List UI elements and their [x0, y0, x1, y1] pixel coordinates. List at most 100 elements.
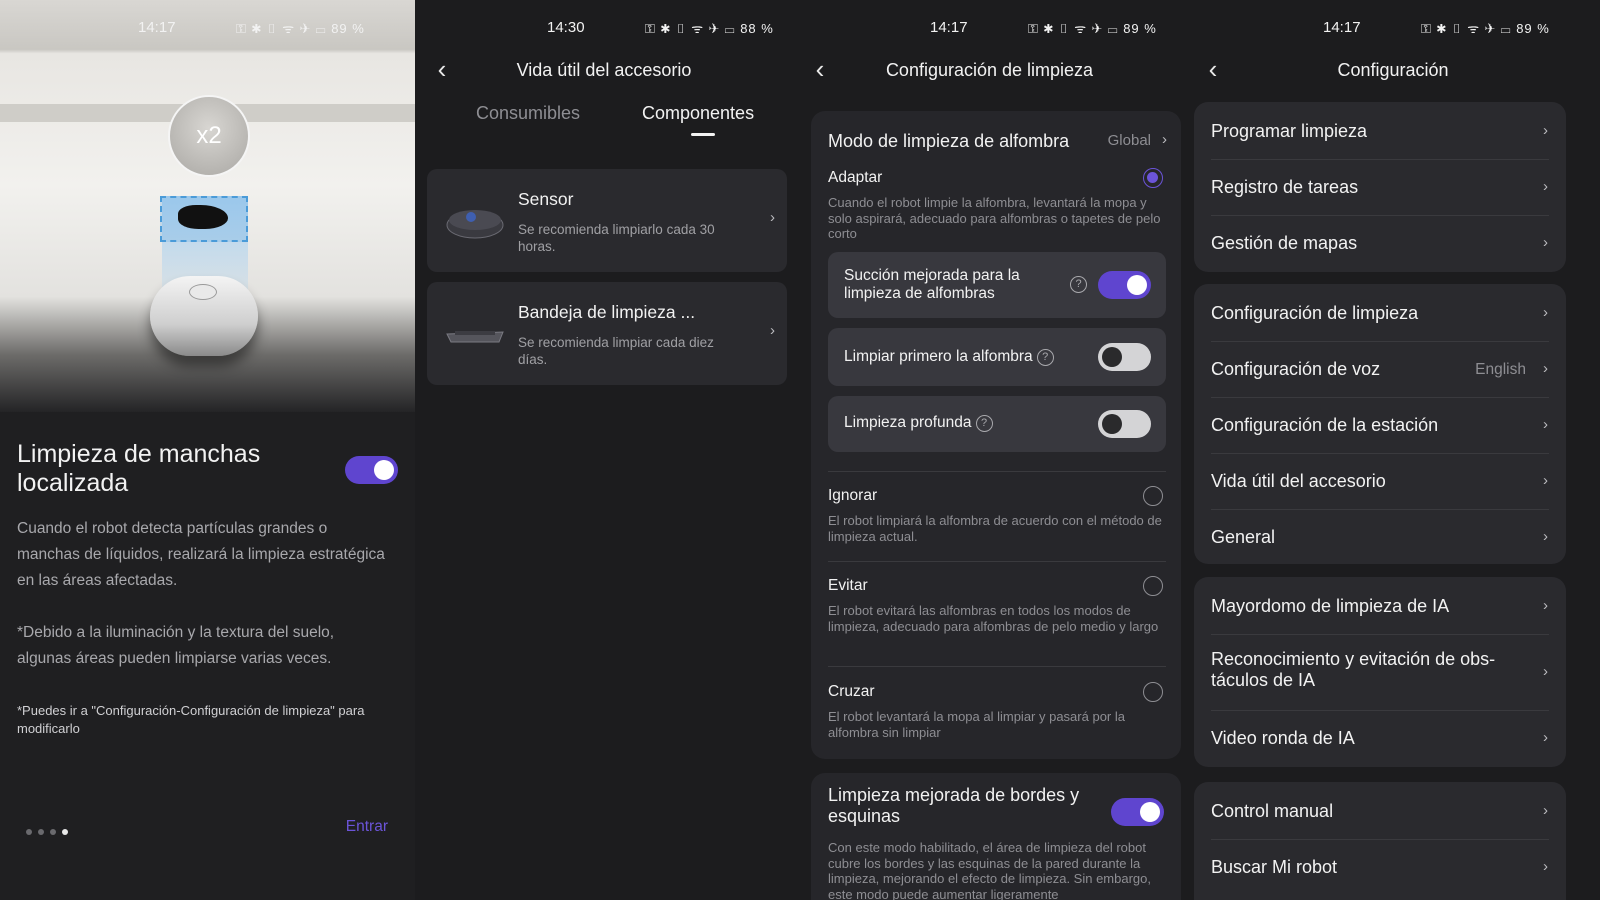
chevron-right-icon: › [1543, 304, 1548, 321]
settings-group-2: Configuración de limpieza › Configuración… [1194, 284, 1566, 564]
chevron-right-icon: › [770, 322, 775, 339]
battery-level: 88 % [740, 21, 774, 36]
help-icon[interactable]: ? [1070, 276, 1087, 293]
row-label: Video ronda de IA [1211, 728, 1355, 748]
option-cruzar[interactable]: Cruzar [828, 683, 875, 701]
accessory-card-tray[interactable]: Bandeja de limpieza ... Se recomienda li… [427, 282, 787, 385]
row-mayordomo-ia[interactable]: Mayordomo de limpieza de IA › [1194, 579, 1566, 635]
chevron-right-icon: › [1543, 360, 1548, 377]
accessory-card-sensor[interactable]: Sensor Se recomienda limpiarlo cada 30 h… [427, 169, 787, 272]
header: ‹ Vida útil del accesorio [415, 55, 793, 85]
robot-sensor-icon [446, 210, 504, 239]
settings-screen: 14:17 ⚿ ✱ ▯ ᯤ ✈ ▭ 89 % ‹ Configuración P… [1186, 0, 1600, 900]
x2-badge: x2 [168, 95, 250, 177]
chevron-right-icon: › [1543, 802, 1548, 819]
status-time: 14:17 [138, 19, 176, 36]
status-icons: ⚿ ✱ ▯ ᯤ ✈ ▭ 89 % [1421, 19, 1550, 37]
status-bar: 14:17 ⚿ ✱ ▯ ᯤ ✈ ▭ 89 % [0, 16, 415, 40]
chevron-right-icon: › [1543, 178, 1548, 195]
spot-cleaning-toggle[interactable] [345, 456, 398, 484]
row-programar-limpieza[interactable]: Programar limpieza › [1194, 104, 1566, 160]
divider [828, 561, 1166, 562]
feature-description: Cuando el robot detecta partículas grand… [17, 520, 385, 589]
settings-group-4: Control manual › Buscar Mi robot › [1194, 782, 1566, 900]
option-ignorar[interactable]: Ignorar [828, 487, 877, 505]
enhanced-suction-label: Succión mejorada para la limpieza de alf… [844, 267, 1020, 302]
feature-title: Limpieza de manchas localizada [17, 440, 261, 497]
row-label: Registro de tareas [1211, 177, 1359, 197]
accessory-recommendation: Se recomienda limpiarlo cada 30 horas. [518, 222, 715, 254]
back-arrow-icon[interactable]: ‹ [427, 55, 457, 85]
illustration-room: x2 [0, 0, 415, 412]
status-glyphs: ⚿ ✱ ▯ ᯤ ✈ ▭ [236, 21, 327, 36]
chevron-right-icon: › [1543, 416, 1548, 433]
deep-clean-toggle[interactable] [1098, 410, 1151, 438]
status-bar: 14:30 ⚿ ✱ ▯ ᯤ ✈ ▭ 88 % [415, 16, 793, 40]
page-title: Vida útil del accesorio [516, 60, 692, 80]
feature-note: *Debido a la iluminación y la textura de… [17, 624, 335, 667]
row-vida-util-accesorio[interactable]: Vida útil del accesorio › [1194, 454, 1566, 510]
settings-group-1: Programar limpieza › Registro de tareas › … [1194, 102, 1566, 272]
help-icon[interactable]: ? [1036, 349, 1054, 366]
enhanced-suction-toggle[interactable] [1098, 271, 1151, 299]
chevron-right-icon: › [1543, 729, 1548, 746]
status-icons: ⚿ ✱ ▯ ᯤ ✈ ▭ 89 % [1028, 19, 1157, 37]
carpet-first-row: Limpiar primero la alfombra? [828, 328, 1166, 386]
back-arrow-icon[interactable]: ‹ [805, 55, 835, 85]
status-bar: 14:17 ⚿ ✱ ▯ ᯤ ✈ ▭ 89 % [793, 16, 1186, 40]
edge-cleaning-toggle[interactable] [1111, 798, 1164, 826]
row-control-manual[interactable]: Control manual › [1194, 784, 1566, 840]
page-dot [26, 829, 32, 835]
radio-evitar[interactable] [1143, 576, 1163, 596]
row-buscar-mi-robot[interactable]: Buscar Mi robot › [1194, 840, 1566, 896]
row-gestion-mapas[interactable]: Gestión de mapas › [1194, 216, 1566, 272]
divider [828, 666, 1166, 667]
page-dot [38, 829, 44, 835]
enhanced-suction-row: Succión mejorada para la limpieza de alf… [828, 252, 1166, 318]
tab-componentes[interactable]: Componentes [642, 103, 754, 124]
help-icon[interactable]: ? [975, 415, 993, 432]
row-registro-tareas[interactable]: Registro de tareas › [1194, 160, 1566, 216]
row-label: General [1211, 527, 1276, 547]
carpet-mode-label[interactable]: Modo de limpieza de alfombra [828, 131, 1069, 152]
row-label: Programar limpieza [1211, 121, 1368, 141]
radio-cruzar[interactable] [1143, 682, 1163, 702]
status-icons: ⚿ ✱ ▯ ᯤ ✈ ▭ 88 % [645, 19, 774, 37]
chevron-right-icon: › [770, 209, 775, 226]
row-label: Gestión de mapas [1211, 233, 1358, 253]
option-cruzar-desc: El robot levantará la mopa al limpiar y … [828, 709, 1125, 740]
row-label: Vida útil del accesorio [1211, 471, 1386, 491]
settings-hint: *Puedes ir a "Configuración-Configuració… [17, 703, 365, 736]
accessory-name: Bandeja de limpieza ... [518, 302, 696, 322]
option-evitar-desc: El robot evitará las alfombras en todos … [828, 603, 1159, 634]
accessory-recommendation: Se recomienda limpiar cada diez días. [518, 335, 714, 367]
carpet-first-toggle[interactable] [1098, 343, 1151, 371]
status-time: 14:17 [930, 19, 968, 36]
back-arrow-icon[interactable]: ‹ [1198, 55, 1228, 85]
edge-cleaning-card: Limpieza mejorada de bordes y esquinas C… [811, 773, 1181, 900]
row-reconocimiento-obstaculos-ia[interactable]: Reconocimiento y evitación de obs-táculo… [1194, 635, 1566, 711]
row-configuracion-limpieza[interactable]: Configuración de limpieza › [1194, 286, 1566, 342]
row-configuracion-estacion[interactable]: Configuración de la estación › [1194, 398, 1566, 454]
carpet-mode-value[interactable]: Global [1108, 132, 1151, 149]
row-video-ronda-ia[interactable]: Video ronda de IA › [1194, 711, 1566, 767]
tab-bar: Consumibles Componentes [415, 103, 793, 143]
option-evitar[interactable]: Evitar [828, 577, 868, 595]
edge-cleaning-desc: Con este modo habilitado, el área de lim… [828, 840, 1152, 900]
chevron-right-icon: › [1162, 131, 1167, 148]
stain-illustration [178, 205, 228, 229]
radio-ignorar[interactable] [1143, 486, 1163, 506]
tab-consumibles[interactable]: Consumibles [476, 103, 580, 124]
option-adaptar[interactable]: Adaptar [828, 169, 882, 187]
chevron-right-icon: › [1543, 597, 1548, 614]
row-general[interactable]: General › [1194, 510, 1566, 566]
radio-adaptar[interactable] [1143, 168, 1163, 188]
page-dot [50, 829, 56, 835]
row-label: Reconocimiento y evitación de obs-táculo… [1211, 649, 1496, 690]
row-configuracion-voz[interactable]: Configuración de voz English › [1194, 342, 1566, 398]
enter-button[interactable]: Entrar [346, 818, 388, 836]
chevron-right-icon: › [1543, 663, 1548, 680]
edge-cleaning-title: Limpieza mejorada de bordes y esquinas [828, 785, 1080, 826]
voice-language-value: English [1475, 361, 1526, 378]
page-dot-active [62, 829, 68, 835]
